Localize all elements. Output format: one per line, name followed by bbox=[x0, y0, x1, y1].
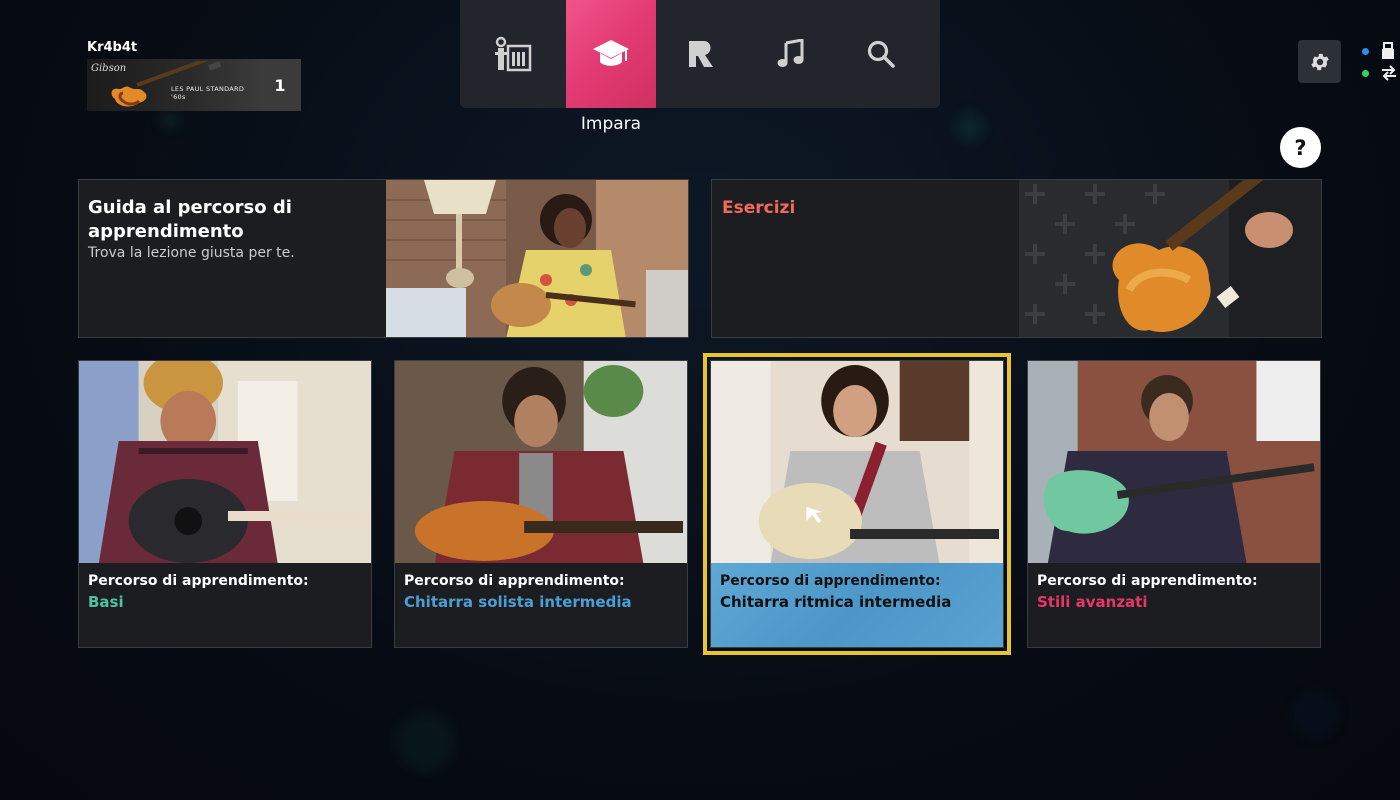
gear-brand: Gibson bbox=[91, 63, 127, 74]
main-nav bbox=[460, 0, 940, 108]
learning-path-guide-card[interactable]: Guida al percorso di apprendimento Trova… bbox=[78, 179, 689, 338]
gear-icon bbox=[1310, 53, 1329, 70]
gear-banner: Gibson LES PAUL STANDARD '60s bbox=[87, 59, 259, 111]
bokeh-light bbox=[955, 112, 985, 142]
path-card-rhythm-intermediate[interactable]: Percorso di apprendimento: Chitarra ritm… bbox=[703, 353, 1011, 655]
bokeh-light bbox=[160, 110, 180, 130]
nav-career[interactable] bbox=[460, 0, 566, 108]
path-photo-lead-intermediate bbox=[395, 361, 687, 563]
profile-panel[interactable]: Kr4b4t Gibson LES PAUL STANDARD '60s 1 bbox=[87, 40, 301, 111]
status-indicators bbox=[1362, 40, 1397, 84]
gear-level-number: 1 bbox=[274, 75, 286, 95]
active-nav-label: Impara bbox=[580, 114, 642, 134]
settings-button[interactable] bbox=[1298, 40, 1341, 83]
help-button[interactable]: ? bbox=[1280, 127, 1321, 168]
status-dot-green bbox=[1362, 69, 1369, 77]
username: Kr4b4t bbox=[87, 40, 138, 55]
transfer-arrows-icon bbox=[1382, 65, 1396, 81]
path-photo-advanced-styles bbox=[1028, 361, 1320, 563]
path-photo-basics bbox=[79, 361, 371, 563]
gear-card[interactable]: Gibson LES PAUL STANDARD '60s 1 bbox=[87, 59, 301, 111]
guide-photo bbox=[386, 180, 688, 337]
path-card-advanced-styles[interactable]: Percorso di apprendimento: Stili avanzat… bbox=[1027, 360, 1321, 648]
path-label-name: Basi bbox=[88, 593, 124, 611]
path-label: Percorso di apprendimento: Chitarra soli… bbox=[395, 563, 687, 621]
help-icon: ? bbox=[1294, 135, 1307, 160]
path-photo-rhythm-intermediate bbox=[711, 361, 1003, 563]
path-label-prefix: Percorso di apprendimento: bbox=[1037, 573, 1258, 589]
path-label-name: Chitarra solista intermedia bbox=[404, 593, 632, 611]
bokeh-light bbox=[1290, 690, 1340, 740]
path-label-prefix: Percorso di apprendimento: bbox=[720, 573, 941, 589]
guide-title: Guida al percorso di apprendimento bbox=[88, 197, 292, 242]
path-card-lead-intermediate[interactable]: Percorso di apprendimento: Chitarra soli… bbox=[394, 360, 688, 648]
usb-cable-icon bbox=[1382, 42, 1394, 59]
path-label: Percorso di apprendimento: Chitarra ritm… bbox=[711, 563, 1003, 647]
nav-learn[interactable] bbox=[566, 0, 656, 108]
nav-search[interactable] bbox=[836, 0, 926, 108]
music-note-icon bbox=[777, 39, 804, 67]
exercises-card[interactable]: Esercizi bbox=[711, 179, 1322, 338]
status-dot-blue bbox=[1362, 47, 1369, 55]
exercises-title: Esercizi bbox=[722, 198, 796, 218]
stage-amp-icon bbox=[495, 36, 532, 72]
path-label-prefix: Percorso di apprendimento: bbox=[88, 573, 309, 589]
nav-songs[interactable] bbox=[746, 0, 836, 108]
gear-model: LES PAUL STANDARD '60s bbox=[171, 85, 245, 101]
guide-text: Guida al percorso di apprendimento Trova… bbox=[88, 196, 378, 261]
guide-subtitle: Trova la lezione giusta per te. bbox=[88, 245, 295, 261]
path-label-name: Stili avanzati bbox=[1037, 593, 1148, 611]
path-label: Percorso di apprendimento: Basi bbox=[79, 563, 371, 621]
path-label-prefix: Percorso di apprendimento: bbox=[404, 573, 625, 589]
gear-level-badge: 1 bbox=[259, 59, 301, 111]
nav-rocksmith[interactable] bbox=[656, 0, 746, 108]
path-label-name: Chitarra ritmica intermedia bbox=[720, 593, 952, 611]
path-card-basics[interactable]: Percorso di apprendimento: Basi bbox=[78, 360, 372, 648]
search-icon bbox=[867, 40, 895, 68]
bokeh-light bbox=[395, 712, 455, 772]
exercises-photo bbox=[1019, 180, 1321, 337]
rocksmith-r-icon bbox=[689, 41, 713, 67]
path-label: Percorso di apprendimento: Stili avanzat… bbox=[1028, 563, 1320, 621]
graduation-cap-icon bbox=[593, 40, 629, 66]
